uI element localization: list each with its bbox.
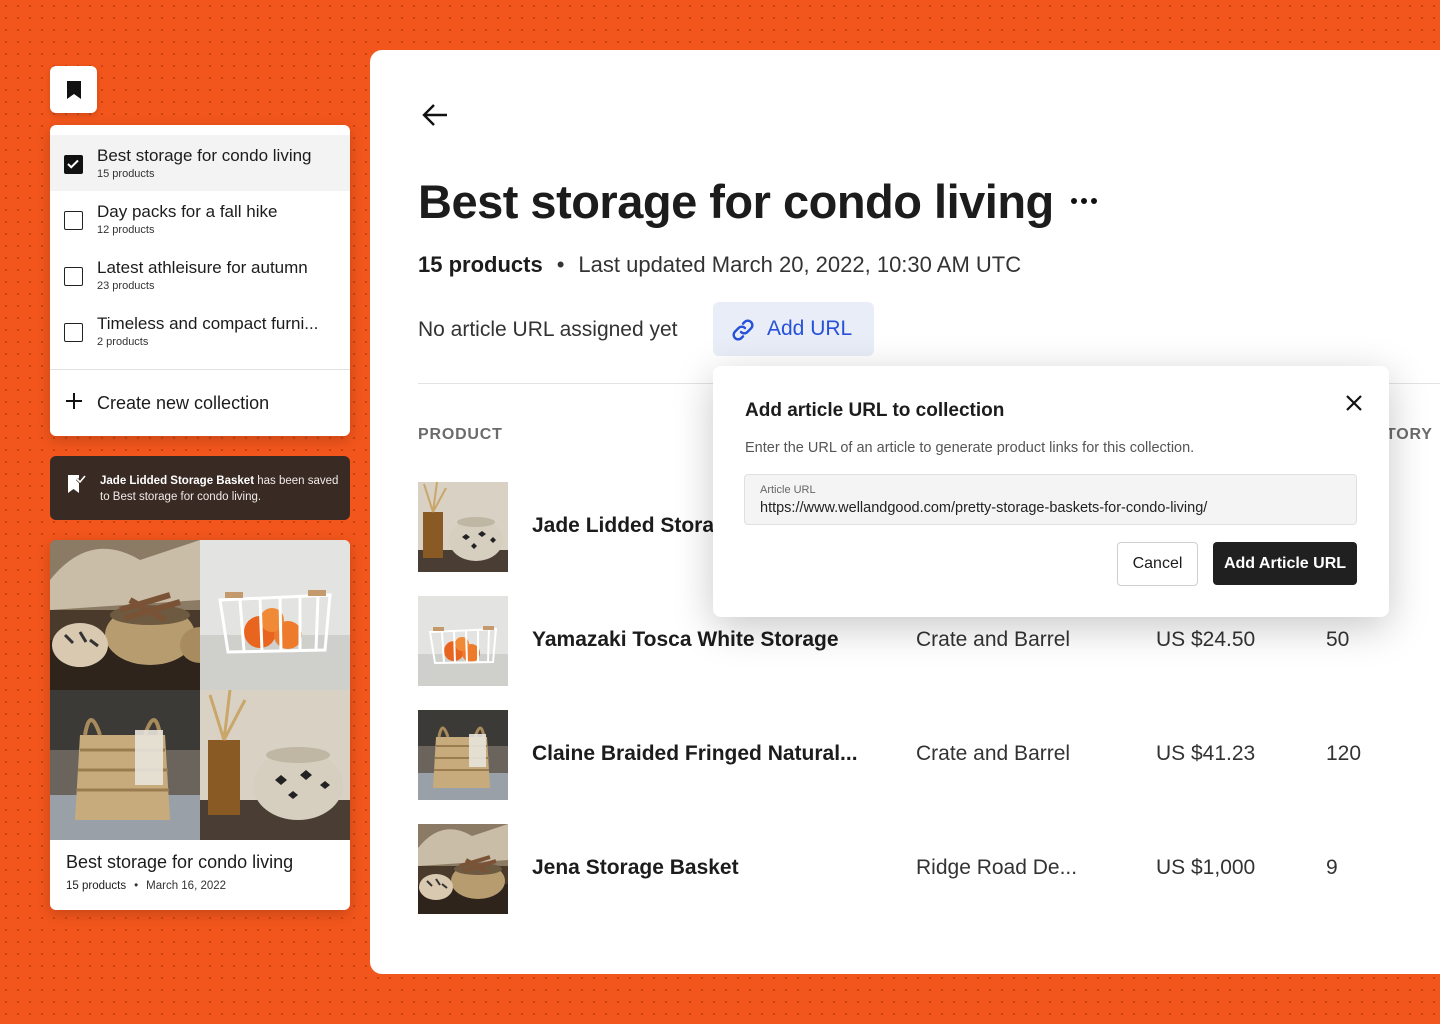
product-thumbnail: [418, 482, 508, 572]
collection-checkbox[interactable]: [64, 211, 83, 230]
preview-meta: 15 products • March 16, 2022: [66, 880, 226, 892]
product-inventory: 9: [1326, 856, 1338, 879]
create-collection-button[interactable]: Create new collection: [50, 377, 350, 429]
product-photo: [50, 690, 200, 840]
product-photo: [50, 540, 200, 690]
bookmark-icon: [66, 80, 81, 99]
preview-count: 15 products: [66, 880, 127, 892]
modal-title: Add article URL to collection: [745, 400, 1005, 421]
toast-product: Jade Lidded Storage Basket: [100, 475, 255, 487]
collection-checkbox[interactable]: [64, 323, 83, 342]
product-photo: [200, 540, 350, 690]
checkmark-icon: [67, 159, 79, 169]
product-store: Crate and Barrel: [916, 742, 1071, 765]
add-url-modal: Add article URL to collection Enter the …: [713, 366, 1389, 617]
modal-description: Enter the URL of an article to generate …: [745, 440, 1195, 456]
title-more-button[interactable]: [1070, 192, 1098, 210]
product-inventory: 50: [1326, 628, 1350, 651]
product-thumbnail: [418, 596, 508, 686]
collection-checkbox[interactable]: [64, 267, 83, 286]
separator-dot: •: [134, 880, 139, 892]
close-icon: [1346, 395, 1362, 411]
product-store: Crate and Barrel: [916, 628, 1071, 651]
saved-toast: Jade Lidded Storage Basket has been save…: [50, 456, 350, 520]
product-name[interactable]: Yamazaki Tosca White Storage: [532, 628, 872, 652]
separator-dot: •: [556, 252, 565, 277]
product-store: Ridge Road De...: [916, 856, 1078, 879]
collection-preview-card[interactable]: Best storage for condo living 15 product…: [50, 540, 350, 910]
article-url-input[interactable]: https://www.wellandgood.com/pretty-stora…: [760, 500, 1207, 516]
collection-item[interactable]: Best storage for condo living 15 product…: [50, 135, 350, 191]
product-price: US $24.50: [1156, 628, 1256, 651]
preview-title: Best storage for condo living: [66, 852, 294, 872]
create-collection-label: Create new collection: [97, 393, 270, 413]
cancel-button[interactable]: Cancel: [1117, 542, 1198, 586]
collection-meta: 15 products • Last updated March 20, 2022,…: [418, 252, 1021, 278]
back-button[interactable]: [420, 100, 454, 134]
product-thumbnail: [418, 824, 508, 914]
collection-item[interactable]: Timeless and compact furni... 2 products: [50, 303, 350, 359]
collection-count: 23 products: [97, 280, 155, 292]
collection-count: 2 products: [97, 336, 149, 348]
product-thumbnail: [418, 710, 508, 800]
close-button[interactable]: [1343, 392, 1365, 414]
product-photo: [200, 690, 350, 840]
column-header-inventory[interactable]: TORY: [1386, 426, 1433, 444]
url-status: No article URL assigned yet: [418, 318, 678, 341]
table-row[interactable]: Claine Braided Fringed Natural... Crate …: [370, 710, 1440, 800]
collection-title: Timeless and compact furni...: [97, 314, 319, 333]
plus-icon: [66, 393, 82, 409]
toast-message: Jade Lidded Storage Basket has been save…: [100, 473, 340, 505]
product-name[interactable]: Claine Braided Fringed Natural...: [532, 742, 872, 766]
article-url-label: Article URL: [760, 484, 816, 496]
collection-count: 12 products: [97, 224, 155, 236]
product-price: US $41.23: [1156, 742, 1256, 765]
preview-date: March 16, 2022: [146, 880, 227, 892]
link-icon: [732, 319, 754, 341]
collection-count: 15 products: [97, 168, 155, 180]
collection-checkbox[interactable]: [64, 155, 83, 174]
product-price: US $1,000: [1156, 856, 1256, 879]
collections-list: Best storage for condo living 15 product…: [50, 125, 350, 436]
last-updated: Last updated March 20, 2022, 10:30 AM UT…: [578, 252, 1022, 277]
collection-title: Latest athleisure for autumn: [97, 258, 308, 277]
add-url-label: Add URL: [767, 317, 853, 340]
product-count: 15 products: [418, 252, 543, 277]
bookmark-button[interactable]: [50, 66, 97, 113]
column-header-product[interactable]: PRODUCT: [418, 426, 503, 444]
more-horizontal-icon: [1071, 198, 1097, 204]
divider: [50, 369, 350, 370]
table-row[interactable]: Jena Storage Basket Ridge Road De... US …: [370, 824, 1440, 914]
collection-item[interactable]: Day packs for a fall hike 12 products: [50, 191, 350, 247]
add-article-url-button[interactable]: Add Article URL: [1213, 542, 1357, 585]
add-url-button[interactable]: Add URL: [713, 302, 874, 356]
collection-title: Best storage for condo living: [97, 146, 312, 165]
collection-title: Day packs for a fall hike: [97, 202, 278, 221]
product-name[interactable]: Jena Storage Basket: [532, 856, 872, 880]
arrow-left-icon: [422, 104, 447, 126]
collection-item[interactable]: Latest athleisure for autumn 23 products: [50, 247, 350, 303]
page-title: Best storage for condo living: [418, 175, 1054, 228]
product-inventory: 120: [1326, 742, 1362, 765]
article-url-field[interactable]: Article URL https://www.wellandgood.com/…: [744, 474, 1357, 525]
bookmark-saved-icon: [68, 475, 86, 493]
